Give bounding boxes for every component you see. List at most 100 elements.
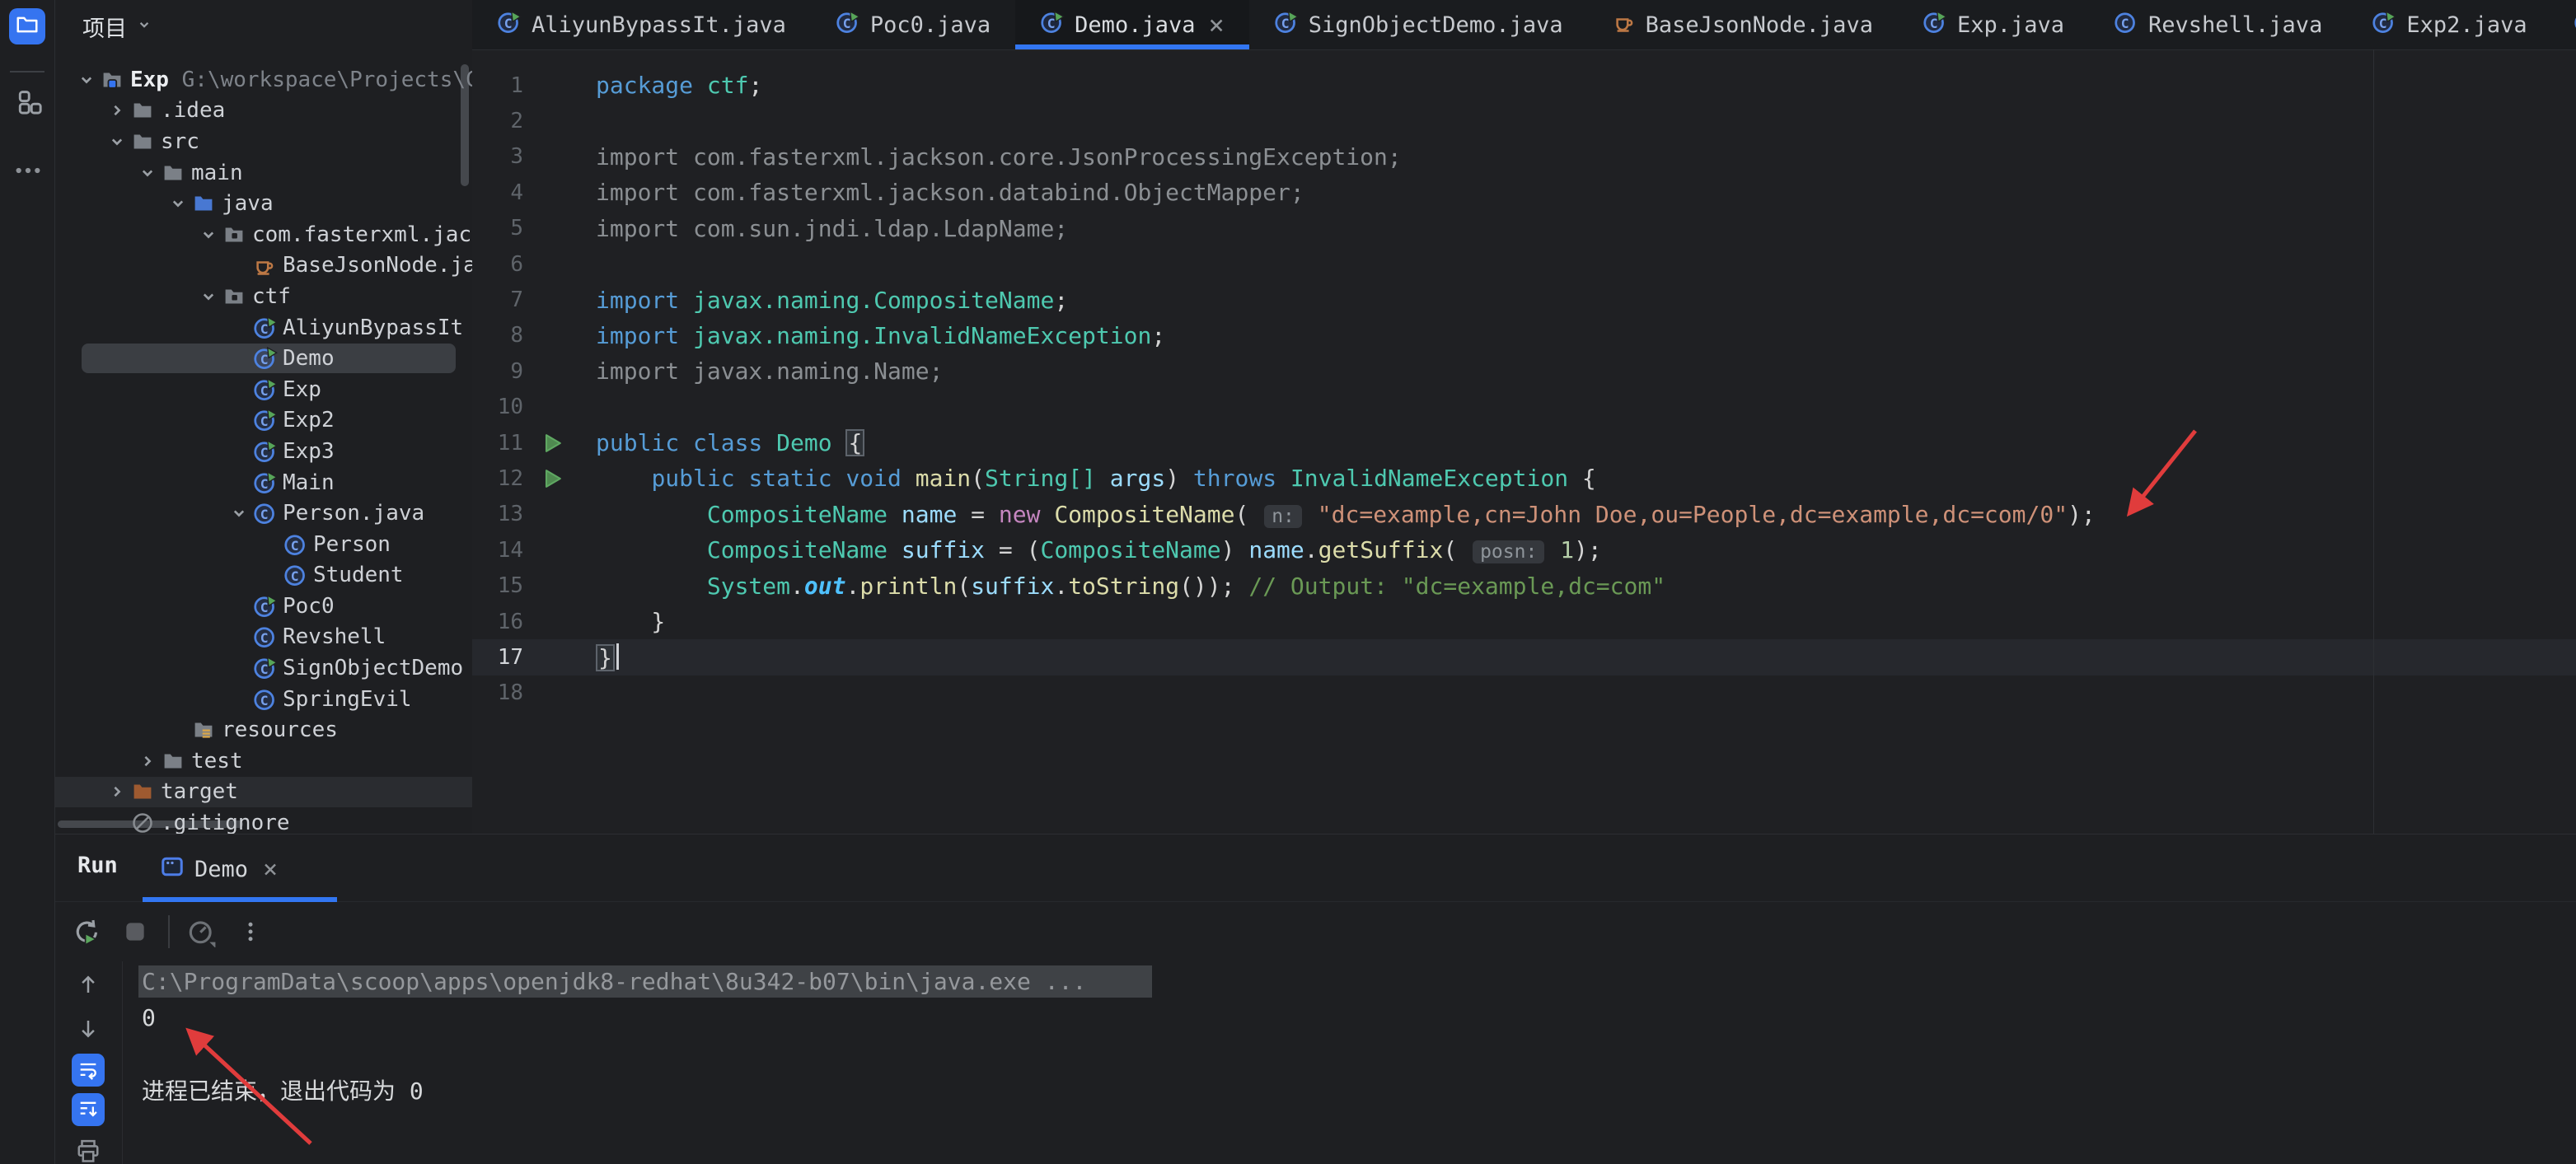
more-tool-windows-icon[interactable] <box>12 155 44 186</box>
gutter[interactable]: 12 <box>472 460 596 496</box>
gutter[interactable]: 14 <box>472 532 596 568</box>
structure-icon[interactable] <box>12 87 44 119</box>
gutter[interactable]: 9 <box>472 353 596 389</box>
gutter[interactable]: 18 <box>472 675 596 711</box>
tree-item-target[interactable]: target <box>54 777 472 808</box>
tree-item-label: Student <box>311 563 404 587</box>
tree-item-poc0[interactable]: CPoc0 <box>54 591 472 622</box>
stop-button[interactable] <box>117 914 153 950</box>
tree-item-person-java[interactable]: CPerson.java <box>54 498 472 529</box>
console-output[interactable]: C:\ProgramData\scoop\apps\openjdk8-redha… <box>142 963 2576 1164</box>
gutter[interactable]: 15 <box>472 568 596 603</box>
run-line-icon[interactable] <box>541 432 564 455</box>
tree-item-java[interactable]: java <box>54 188 472 219</box>
tree-item-main[interactable]: main <box>54 157 472 189</box>
tree-item-springevil[interactable]: CSpringEvil <box>54 684 472 715</box>
tab-poc0-java[interactable]: CPoc0.java <box>811 0 1015 49</box>
gutter[interactable]: 10 <box>472 390 596 425</box>
gutter[interactable]: 5 <box>472 211 596 246</box>
down-arrow-icon[interactable] <box>72 1012 105 1045</box>
tree-item-test[interactable]: test <box>54 746 472 777</box>
line-number: 18 <box>498 680 523 705</box>
gutter[interactable]: 3 <box>472 139 596 175</box>
profiler-icon[interactable] <box>183 914 219 950</box>
rerun-button[interactable] <box>69 914 105 950</box>
close-tab-icon[interactable]: × <box>1208 12 1224 38</box>
tree-item-person[interactable]: CPerson <box>54 529 472 560</box>
gutter[interactable]: 16 <box>472 604 596 639</box>
tree-item-student[interactable]: CStudent <box>54 560 472 591</box>
gutter[interactable]: 8 <box>472 318 596 353</box>
console-line: 进程已结束，退出代码为 0 <box>142 1072 2576 1108</box>
soft-wrap-toggle-icon[interactable] <box>72 1054 105 1087</box>
chevron-right-icon[interactable] <box>103 96 131 124</box>
project-panel-header[interactable]: 项目 <box>82 10 153 43</box>
tree-item-com-fasterxml-jacks[interactable]: com.fasterxml.jacks <box>54 219 472 250</box>
code-token <box>596 501 707 528</box>
tree-item-basejsonnode-java[interactable]: BaseJsonNode.java <box>54 250 472 282</box>
svg-text:C: C <box>2379 15 2387 30</box>
tree-item-ctf[interactable]: ctf <box>54 281 472 312</box>
code-token: ( <box>1234 501 1262 528</box>
gutter[interactable]: 13 <box>472 497 596 532</box>
scroll-to-end-toggle-icon[interactable] <box>72 1093 105 1126</box>
class-icon: C <box>253 624 281 649</box>
run-tab-demo[interactable]: Demo × <box>160 846 278 892</box>
chevron-right-icon[interactable] <box>133 747 162 775</box>
svg-text:C: C <box>260 661 269 677</box>
tree-item-revshell[interactable]: CRevshell <box>54 622 472 653</box>
tab-demo-java[interactable]: CDemo.java× <box>1015 0 1249 49</box>
tab-exp2-java[interactable]: CExp2.java <box>2347 0 2551 49</box>
chevron-down-icon[interactable] <box>164 189 192 217</box>
chevron-spacer <box>225 685 253 713</box>
gutter[interactable]: 1 <box>472 68 596 103</box>
tree-item-gitignore[interactable]: .gitignore <box>54 807 472 834</box>
tree-item-main[interactable]: CMain <box>54 467 472 498</box>
up-arrow-icon[interactable] <box>72 968 105 1001</box>
tree-item-idea[interactable]: .idea <box>54 96 472 127</box>
line-number: 12 <box>498 466 523 491</box>
tab-revshell-java[interactable]: CRevshell.java <box>2089 0 2347 49</box>
code-token: "dc=example,cn=John Doe,ou=People,dc=exa… <box>1318 501 2068 528</box>
print-icon[interactable] <box>72 1134 105 1164</box>
chevron-down-icon[interactable] <box>194 221 222 249</box>
close-icon[interactable]: × <box>263 855 278 884</box>
tab-signobjectdemo-java[interactable]: CSignObjectDemo.java <box>1249 0 1588 49</box>
tree-item-exp2[interactable]: CExp2 <box>54 405 472 437</box>
tree-item-exp3[interactable]: CExp3 <box>54 436 472 467</box>
tab-exp-java[interactable]: CExp.java <box>1898 0 2089 49</box>
kebab-menu-icon[interactable] <box>232 914 269 950</box>
text-caret <box>616 643 619 670</box>
tab-basejsonnode-java[interactable]: BaseJsonNode.java <box>1588 0 1898 49</box>
project-tool-window-button[interactable] <box>9 8 45 44</box>
gutter[interactable]: 11 <box>472 425 596 460</box>
tree-item-demo[interactable]: CDemo <box>54 343 472 374</box>
chevron-down-icon[interactable] <box>194 283 222 311</box>
run-line-icon[interactable] <box>541 467 564 490</box>
code-text: public static void main(String[] args) t… <box>596 465 1596 492</box>
chevron-down-icon[interactable] <box>103 128 131 156</box>
ide-window: 项目 Exp G:\workspace\Projects\C.ideasrcma… <box>0 0 2576 1164</box>
gutter[interactable]: 17 <box>472 639 596 675</box>
code-line-9: 9import javax.naming.Name; <box>472 353 2576 389</box>
code-token: . <box>790 573 804 600</box>
tree-item-aliyunbypassit[interactable]: CAliyunBypassIt <box>54 312 472 344</box>
chevron-down-icon[interactable] <box>133 159 162 187</box>
gutter[interactable]: 4 <box>472 175 596 210</box>
gutter[interactable]: 7 <box>472 282 596 317</box>
tab-aliyunbypassit-java[interactable]: CAliyunBypassIt.java <box>472 0 811 49</box>
run-console[interactable]: C:\ProgramData\scoop\apps\openjdk8-redha… <box>54 961 2576 1164</box>
gutter[interactable]: 2 <box>472 103 596 138</box>
tree-item-src[interactable]: src <box>54 126 472 157</box>
tab-partial[interactable]: C <box>2552 0 2576 49</box>
gutter[interactable]: 6 <box>472 246 596 282</box>
tree-item-exp[interactable]: CExp <box>54 374 472 405</box>
code-editor[interactable]: 1package ctf;23import com.fasterxml.jack… <box>472 49 2576 834</box>
class-run-icon: C <box>253 470 281 495</box>
chevron-down-icon[interactable] <box>73 66 101 94</box>
chevron-right-icon[interactable] <box>103 778 131 806</box>
tree-item-signobjectdemo[interactable]: CSignObjectDemo <box>54 652 472 684</box>
tree-item-exp[interactable]: Exp G:\workspace\Projects\C <box>54 64 472 96</box>
tree-item-resources[interactable]: resources <box>54 714 472 746</box>
chevron-down-icon[interactable] <box>225 499 253 527</box>
